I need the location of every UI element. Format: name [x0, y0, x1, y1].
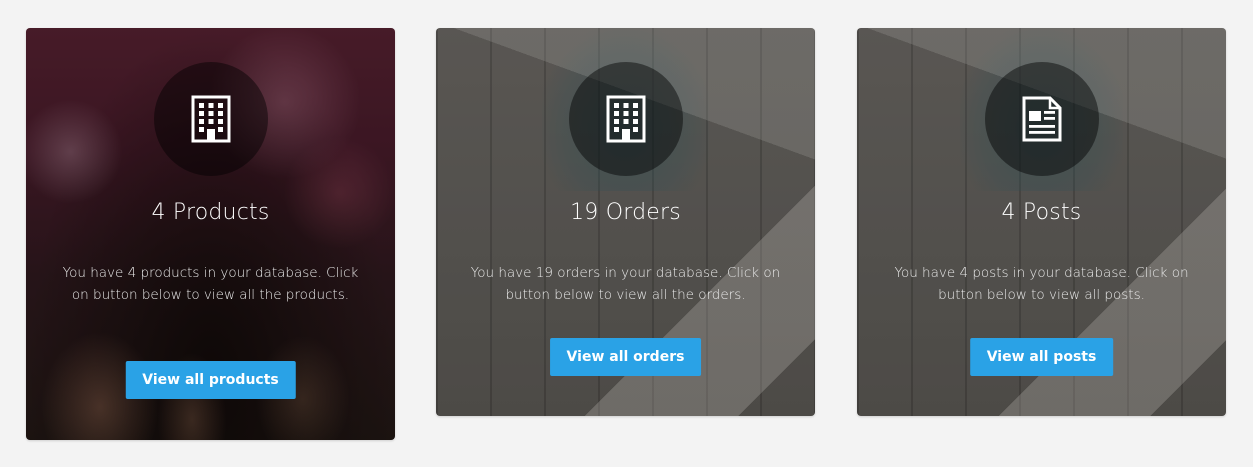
products-icon-circle [153, 62, 268, 176]
posts-title: 4 Posts [1001, 200, 1082, 225]
products-card: 4 Products You have 4 products in your d… [26, 28, 395, 440]
posts-icon-circle [984, 62, 1099, 176]
orders-title: 19 Orders [570, 200, 681, 225]
products-card-content: 4 Products You have 4 products in your d… [26, 28, 395, 440]
orders-icon-circle [568, 62, 683, 176]
orders-card: 19 Orders You have 19 orders in your dat… [436, 28, 815, 416]
building-icon [191, 95, 230, 143]
products-title: 4 Products [151, 200, 270, 225]
newspaper-icon [1022, 96, 1061, 142]
posts-card: 4 Posts You have 4 posts in your databas… [857, 28, 1226, 416]
orders-description: You have 19 orders in your database. Cli… [470, 265, 781, 303]
products-description: You have 4 products in your database. Cl… [62, 265, 359, 303]
posts-description: You have 4 posts in your database. Click… [894, 265, 1189, 303]
building-icon [606, 95, 645, 143]
view-all-products-button[interactable]: View all products [125, 361, 296, 399]
posts-card-content: 4 Posts You have 4 posts in your databas… [857, 28, 1226, 416]
view-all-orders-button[interactable]: View all orders [549, 338, 702, 376]
orders-card-content: 19 Orders You have 19 orders in your dat… [436, 28, 815, 416]
dashboard-cards: 4 Products You have 4 products in your d… [0, 0, 1253, 467]
view-all-posts-button[interactable]: View all posts [969, 338, 1114, 376]
